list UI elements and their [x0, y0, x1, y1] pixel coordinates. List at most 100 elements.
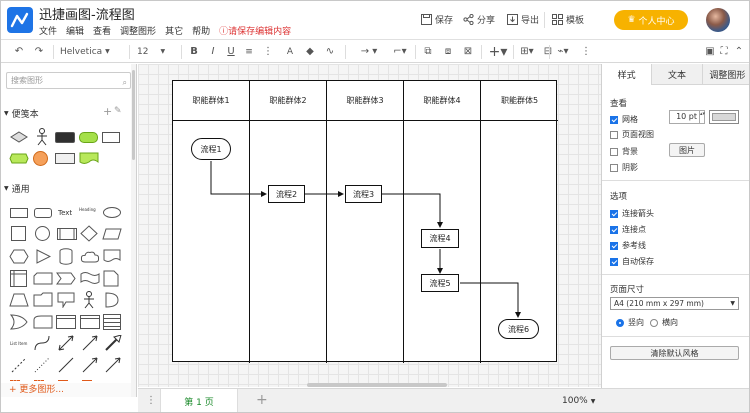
more-text-icon[interactable]: ⋮ [261, 44, 275, 59]
portrait-radio-dot[interactable] [616, 318, 624, 327]
redo-icon[interactable]: ↷ [33, 44, 45, 59]
shape-triangle[interactable] [35, 249, 51, 264]
shape-step[interactable] [56, 272, 76, 285]
shape-ellipse[interactable] [103, 207, 121, 218]
waypoint-icon[interactable]: ⌐▾ [389, 44, 411, 59]
shadow-checkbox[interactable]: 阴影 [610, 162, 638, 173]
clear-default-style-button[interactable]: 清除默认风格 [610, 346, 739, 360]
scratchpad-actor[interactable] [36, 128, 48, 146]
process-node-1[interactable]: 流程1 [191, 138, 231, 160]
autosave-checkbox-box[interactable] [610, 257, 618, 266]
zoom-select[interactable]: 100% ▼ [562, 396, 595, 406]
shape-parallelogram[interactable] [102, 228, 122, 240]
page-size-select[interactable]: A4 (210 mm x 297 mm) ▼ [610, 297, 739, 310]
scratchpad-green-rounded[interactable] [79, 132, 98, 143]
shape-actor[interactable] [83, 291, 95, 309]
connection-arrows-checkbox-box[interactable] [610, 209, 618, 218]
tab-arrange[interactable]: 调整图形 [701, 64, 749, 85]
to-back-icon[interactable]: ⧈ [441, 44, 455, 59]
portrait-radio[interactable]: 竖向 [616, 317, 644, 328]
grid-size-stepper[interactable]: ▴▾ [700, 110, 705, 124]
grid-size-input[interactable]: 10 pt [669, 110, 700, 124]
add-icon[interactable]: + [103, 105, 112, 118]
scratchpad-green-hexagon[interactable] [9, 153, 29, 164]
more-icon[interactable]: ⋮ [579, 44, 593, 59]
shape-callout[interactable] [57, 292, 75, 308]
shape-circle[interactable] [35, 226, 50, 241]
font-color-icon[interactable]: A [283, 44, 297, 59]
tab-style[interactable]: 样式 [602, 64, 652, 85]
shape-container[interactable] [56, 315, 76, 329]
bold-icon[interactable]: B [188, 44, 200, 59]
template-button[interactable]: 模板 [552, 13, 584, 26]
shape-thick-arrow[interactable] [104, 335, 122, 351]
fullscreen-icon[interactable]: ⛶ [719, 44, 729, 59]
shadow-checkbox-box[interactable] [610, 163, 618, 172]
shape-bidirectional-arrow[interactable] [57, 335, 75, 351]
process-node-6[interactable]: 流程6 [498, 319, 539, 339]
shape-dotted-line[interactable] [33, 357, 51, 373]
shape-swimlane[interactable] [80, 315, 100, 329]
connector-style-icon[interactable]: → ▾ [352, 44, 386, 59]
add-page-icon[interactable]: + [256, 392, 268, 408]
shape-tape[interactable] [80, 271, 100, 285]
scratchpad-rect[interactable] [102, 132, 120, 143]
shape-data-storage[interactable] [33, 315, 53, 329]
to-front-icon[interactable]: ⧉ [421, 44, 435, 59]
shape-link-arrow[interactable] [81, 357, 99, 373]
scratchpad-dark-rect[interactable] [55, 132, 75, 143]
share-button[interactable]: 分享 [463, 13, 495, 26]
shape-line[interactable] [57, 357, 75, 373]
font-family-select[interactable]: Helvetica ▼ [60, 44, 120, 59]
swimlane-pool[interactable]: 职能群体1 职能群体2 职能群体3 职能群体4 职能群体5 流程1 流程2 流程… [172, 80, 558, 363]
shape-square[interactable] [11, 226, 26, 241]
shape-rectangle[interactable] [10, 208, 28, 218]
scratchpad-orange-circle[interactable] [33, 151, 48, 166]
process-node-3[interactable]: 流程3 [345, 185, 382, 203]
insert-icon[interactable]: +▾ [485, 44, 511, 60]
background-checkbox-box[interactable] [610, 147, 618, 156]
shape-cylinder[interactable] [59, 248, 73, 265]
shape-heading[interactable]: Heading [79, 207, 99, 212]
tab-text[interactable]: 文本 [651, 64, 702, 85]
menu-arrange[interactable]: 调整图形 [120, 24, 156, 37]
fill-color-icon[interactable]: ◆ [303, 44, 317, 59]
shape-cloud[interactable] [80, 250, 100, 263]
menu-edit[interactable]: 编辑 [66, 24, 84, 37]
left-scrollbar[interactable] [131, 64, 136, 397]
underline-icon[interactable]: U [225, 44, 237, 59]
process-node-5[interactable]: 流程5 [421, 274, 459, 292]
page-view-checkbox[interactable]: 页面视图 [610, 129, 654, 140]
section-general[interactable]: ▼ 通用 [4, 182, 30, 195]
section-scratchpad[interactable]: ▼ 便笺本 [4, 107, 39, 120]
page-tab-1[interactable]: 第 1 页 [160, 389, 238, 412]
menu-help[interactable]: 帮助 [192, 24, 210, 37]
table-icon[interactable]: ⊞▾ [517, 44, 537, 59]
edit-icon[interactable]: ✎ [114, 106, 122, 116]
scratchpad-green-doc[interactable] [79, 152, 99, 165]
more-shapes-button[interactable]: + 更多图形... [1, 383, 131, 397]
avatar[interactable] [706, 8, 730, 32]
guides-checkbox[interactable]: 参考线 [610, 240, 646, 251]
search-input[interactable]: 搜索图形 ⌕ [6, 72, 131, 89]
shape-arrow[interactable] [81, 335, 99, 351]
font-size-select[interactable]: 12 ▼ [137, 44, 175, 59]
shape-rounded-rectangle[interactable] [34, 208, 52, 218]
process-node-2[interactable]: 流程2 [268, 185, 305, 203]
format-icon[interactable]: ⌁▾ [553, 44, 573, 59]
autosave-checkbox[interactable]: 自动保存 [610, 256, 654, 267]
shape-list-item[interactable]: List Item [10, 341, 27, 346]
connection-points-checkbox[interactable]: 连接点 [610, 224, 646, 235]
shape-internal-storage[interactable] [10, 270, 27, 287]
menu-file[interactable]: 文件 [39, 24, 57, 37]
background-checkbox[interactable]: 背景 [610, 146, 638, 157]
image-button[interactable]: 图片 [669, 143, 705, 157]
line-color-icon[interactable]: ∿ [323, 44, 337, 59]
shape-document[interactable] [103, 249, 121, 264]
export-button[interactable]: 导出 [507, 13, 539, 26]
menu-extras[interactable]: 其它 [165, 24, 183, 37]
shape-or[interactable] [105, 292, 119, 308]
undo-icon[interactable]: ↶ [13, 44, 25, 59]
connection-points-checkbox-box[interactable] [610, 225, 618, 234]
menu-view[interactable]: 查看 [93, 24, 111, 37]
